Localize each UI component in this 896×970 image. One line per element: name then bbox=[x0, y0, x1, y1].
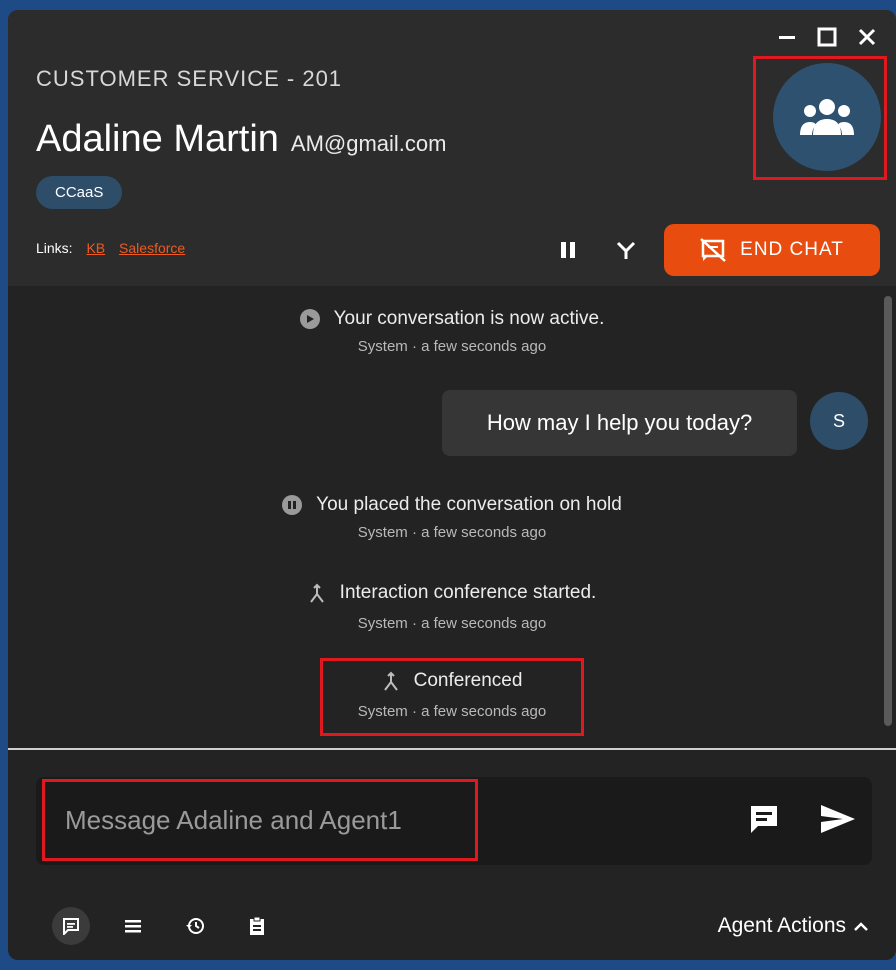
links-label: Links: bbox=[36, 240, 73, 256]
agent-actions-menu[interactable]: Agent Actions bbox=[718, 914, 868, 938]
customer-email: AM@gmail.com bbox=[290, 131, 447, 156]
message-list: Your conversation is now active. System … bbox=[8, 286, 896, 748]
pause-icon bbox=[561, 242, 575, 258]
link-kb[interactable]: KB bbox=[86, 240, 105, 256]
customer-info: Adaline Martin AM@gmail.com bbox=[36, 118, 447, 161]
system-message: Conferenced System · a few seconds ago bbox=[8, 670, 896, 720]
transfer-icon bbox=[616, 241, 636, 259]
window-controls bbox=[774, 24, 880, 50]
tab-chat[interactable] bbox=[52, 907, 90, 945]
group-icon bbox=[800, 99, 854, 135]
clipboard-icon bbox=[250, 916, 264, 935]
chevron-up-icon bbox=[854, 922, 868, 931]
send-button[interactable] bbox=[816, 797, 860, 841]
ccaas-tag: CCaaS bbox=[36, 176, 123, 209]
system-message: Interaction conference started. System ·… bbox=[8, 582, 896, 632]
minimize-icon[interactable] bbox=[774, 24, 800, 50]
system-message-text: Your conversation is now active. bbox=[333, 308, 605, 329]
pause-icon bbox=[282, 495, 303, 515]
divider bbox=[8, 748, 896, 750]
system-message-text: Conferenced bbox=[413, 670, 523, 691]
history-icon bbox=[186, 918, 204, 934]
tab-notes[interactable] bbox=[238, 907, 276, 945]
system-message-text: Interaction conference started. bbox=[339, 582, 597, 603]
list-icon bbox=[125, 920, 141, 933]
tab-list[interactable] bbox=[114, 907, 152, 945]
transfer-button[interactable] bbox=[612, 236, 640, 264]
system-message-meta: System · a few seconds ago bbox=[357, 524, 547, 541]
close-icon[interactable] bbox=[854, 24, 880, 50]
message-composer bbox=[36, 777, 872, 865]
conversation-header: CUSTOMER SERVICE - 201 Adaline Martin AM… bbox=[8, 10, 896, 286]
message-template-icon bbox=[751, 806, 777, 833]
system-message-meta: System · a few seconds ago bbox=[357, 338, 547, 355]
end-chat-label: END CHAT bbox=[740, 239, 844, 260]
agent-actions-label: Agent Actions bbox=[717, 914, 846, 937]
system-message: You placed the conversation on hold Syst… bbox=[8, 494, 896, 541]
links-row: Links: KB Salesforce bbox=[36, 240, 185, 256]
canned-responses-button[interactable] bbox=[742, 797, 786, 841]
system-message-meta: System · a few seconds ago bbox=[357, 703, 547, 720]
system-message: Your conversation is now active. System … bbox=[8, 308, 896, 355]
message-input[interactable] bbox=[42, 779, 478, 861]
chat-window: CUSTOMER SERVICE - 201 Adaline Martin AM… bbox=[8, 10, 896, 960]
chat-icon bbox=[63, 918, 79, 935]
end-chat-button[interactable]: END CHAT bbox=[664, 224, 880, 276]
agent-message-text: How may I help you today? bbox=[486, 410, 753, 435]
system-message-text: You placed the conversation on hold bbox=[316, 494, 622, 515]
tab-history[interactable] bbox=[176, 907, 214, 945]
end-chat-icon bbox=[700, 238, 726, 262]
play-icon bbox=[299, 309, 320, 329]
system-message-meta: System · a few seconds ago bbox=[357, 615, 547, 632]
link-salesforce[interactable]: Salesforce bbox=[119, 240, 185, 256]
maximize-icon[interactable] bbox=[814, 24, 840, 50]
merge-icon bbox=[383, 671, 398, 691]
queue-label: CUSTOMER SERVICE - 201 bbox=[36, 66, 343, 91]
agent-message-bubble: How may I help you today? bbox=[442, 390, 797, 456]
agent-avatar: S bbox=[810, 392, 868, 450]
customer-name: Adaline Martin bbox=[36, 118, 279, 160]
send-icon bbox=[821, 805, 855, 833]
participants-highlight bbox=[753, 56, 887, 180]
merge-icon bbox=[309, 583, 324, 603]
participants-button[interactable] bbox=[773, 63, 881, 171]
hold-button[interactable] bbox=[554, 236, 582, 264]
footer-tabs bbox=[52, 907, 276, 945]
